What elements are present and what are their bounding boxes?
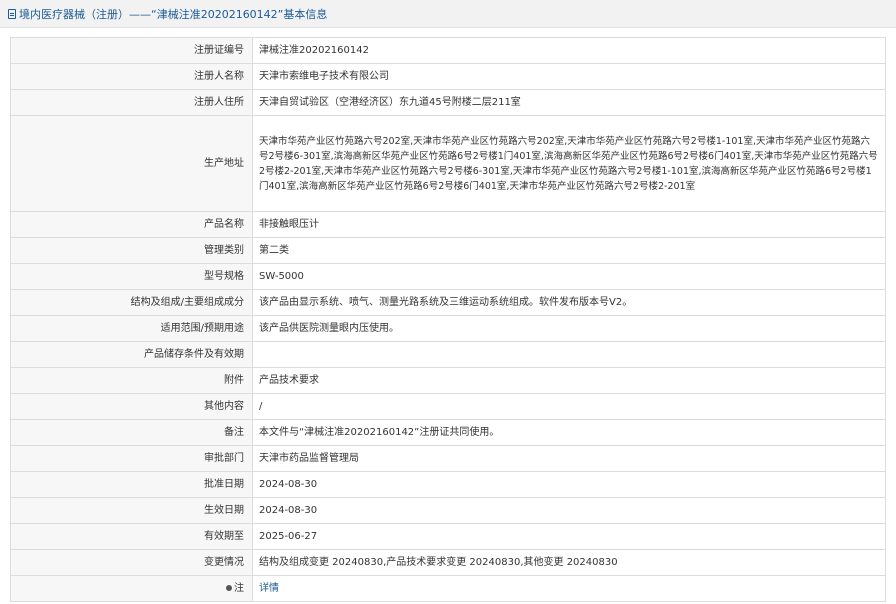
- table-row: 产品储存条件及有效期: [10, 341, 886, 368]
- row-value: 天津市华苑产业区竹苑路六号202室,天津市华苑产业区竹苑路六号202室,天津市华…: [252, 115, 886, 212]
- table-row: 附件 产品技术要求: [10, 367, 886, 394]
- row-label: 注册人名称: [10, 63, 253, 90]
- row-label: 注册证编号: [10, 37, 253, 64]
- row-label: 变更情况: [10, 549, 253, 576]
- table-row: 生效日期 2024-08-30: [10, 497, 886, 524]
- row-value: /: [252, 393, 886, 420]
- note-label: 注: [234, 583, 244, 594]
- row-label: 批准日期: [10, 471, 253, 498]
- row-label: 管理类别: [10, 237, 253, 264]
- table-row: 变更情况 结构及组成变更 20240830,产品技术要求变更 20240830,…: [10, 549, 886, 576]
- table-row: 注册证编号 津械注准20202160142: [10, 37, 886, 64]
- document-icon: [8, 8, 16, 19]
- row-value: 天津市药品监督管理局: [252, 445, 886, 472]
- row-label: 生产地址: [10, 115, 253, 212]
- row-value: 2024-08-30: [252, 497, 886, 524]
- row-label: 注册人住所: [10, 89, 253, 116]
- row-value: [252, 341, 886, 368]
- row-value: 该产品由显示系统、喷气、测量光路系统及三维运动系统组成。软件发布版本号V2。: [252, 289, 886, 316]
- row-label: 型号规格: [10, 263, 253, 290]
- table-row: 批准日期 2024-08-30: [10, 471, 886, 498]
- row-label: 有效期至: [10, 523, 253, 550]
- details-link[interactable]: 详情: [259, 583, 279, 594]
- table-row: 产品名称 非接触眼压计: [10, 211, 886, 238]
- table-row: 其他内容 /: [10, 393, 886, 420]
- table-row: 型号规格 SW-5000: [10, 263, 886, 290]
- note-value-cell: 详情: [252, 575, 886, 602]
- table-row: 适用范围/预期用途 该产品供医院测量眼内压使用。: [10, 315, 886, 342]
- info-table-wrapper: 注册证编号 津械注准20202160142 注册人名称 天津市索维电子技术有限公…: [10, 37, 886, 602]
- note-label-cell: 注: [10, 575, 253, 602]
- table-row-note: 注 详情: [10, 575, 886, 602]
- info-table: 注册证编号 津械注准20202160142 注册人名称 天津市索维电子技术有限公…: [10, 37, 886, 602]
- row-value: 2024-08-30: [252, 471, 886, 498]
- table-row: 注册人住所 天津自贸试验区（空港经济区）东九道45号附楼二层211室: [10, 89, 886, 116]
- row-value: 产品技术要求: [252, 367, 886, 394]
- row-label: 生效日期: [10, 497, 253, 524]
- table-row: 生产地址 天津市华苑产业区竹苑路六号202室,天津市华苑产业区竹苑路六号202室…: [10, 115, 886, 212]
- row-label: 附件: [10, 367, 253, 394]
- table-row: 审批部门 天津市药品监督管理局: [10, 445, 886, 472]
- row-value: 非接触眼压计: [252, 211, 886, 238]
- row-label: 产品名称: [10, 211, 253, 238]
- pin-icon: [226, 585, 232, 591]
- table-row: 备注 本文件与“津械注准20202160142”注册证共同使用。: [10, 419, 886, 446]
- row-label: 备注: [10, 419, 253, 446]
- row-label: 审批部门: [10, 445, 253, 472]
- row-value: 第二类: [252, 237, 886, 264]
- row-label: 产品储存条件及有效期: [10, 341, 253, 368]
- row-label: 结构及组成/主要组成成分: [10, 289, 253, 316]
- row-value: 2025-06-27: [252, 523, 886, 550]
- row-value: 天津市索维电子技术有限公司: [252, 63, 886, 90]
- row-value: 本文件与“津械注准20202160142”注册证共同使用。: [252, 419, 886, 446]
- row-label: 其他内容: [10, 393, 253, 420]
- table-row: 有效期至 2025-06-27: [10, 523, 886, 550]
- row-value: 津械注准20202160142: [252, 37, 886, 64]
- row-value: 结构及组成变更 20240830,产品技术要求变更 20240830,其他变更 …: [252, 549, 886, 576]
- row-value: 天津自贸试验区（空港经济区）东九道45号附楼二层211室: [252, 89, 886, 116]
- row-label: 适用范围/预期用途: [10, 315, 253, 342]
- table-row: 结构及组成/主要组成成分 该产品由显示系统、喷气、测量光路系统及三维运动系统组成…: [10, 289, 886, 316]
- page-header: 境内医疗器械（注册）——“津械注准20202160142”基本信息: [0, 0, 896, 28]
- row-value: 该产品供医院测量眼内压使用。: [252, 315, 886, 342]
- row-value: SW-5000: [252, 263, 886, 290]
- page-title: 境内医疗器械（注册）——“津械注准20202160142”基本信息: [19, 7, 328, 21]
- table-row: 管理类别 第二类: [10, 237, 886, 264]
- table-row: 注册人名称 天津市索维电子技术有限公司: [10, 63, 886, 90]
